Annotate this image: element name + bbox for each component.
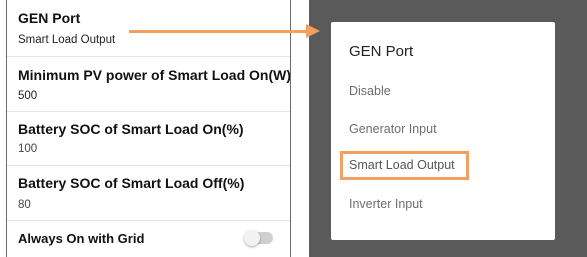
annotation-arrow-line xyxy=(129,30,308,33)
selected-option-highlight xyxy=(340,151,469,180)
gen-port-dropdown: GEN Port Disable Generator Input Smart L… xyxy=(331,22,555,240)
gen-port-value: Smart Load Output xyxy=(18,34,116,46)
always-on-with-grid-title: Always On with Grid xyxy=(18,231,145,246)
dropdown-option-inverter-input[interactable]: Inverter Input xyxy=(349,197,423,211)
settings-panel: GEN Port Smart Load Output Minimum PV po… xyxy=(6,0,291,257)
battery-soc-off-value: 80 xyxy=(18,199,31,211)
battery-soc-on-title: Battery SOC of Smart Load On(%) xyxy=(18,121,244,137)
dropdown-title: GEN Port xyxy=(349,43,414,60)
toggle-knob xyxy=(244,230,260,246)
battery-soc-on-setting[interactable]: Battery SOC of Smart Load On(%) 100 xyxy=(7,111,290,166)
battery-soc-off-setting[interactable]: Battery SOC of Smart Load Off(%) 80 xyxy=(7,165,290,221)
annotation-arrow-icon xyxy=(306,24,320,38)
min-pv-power-title: Minimum PV power of Smart Load On(W) xyxy=(18,67,291,83)
always-on-with-grid-setting: Always On with Grid xyxy=(7,220,290,257)
min-pv-power-value: 500 xyxy=(18,90,38,102)
always-on-with-grid-toggle[interactable] xyxy=(244,230,273,246)
dropdown-option-disable[interactable]: Disable xyxy=(349,84,391,98)
gen-port-setting[interactable]: GEN Port Smart Load Output xyxy=(7,0,290,57)
dropdown-option-generator-input[interactable]: Generator Input xyxy=(349,122,437,136)
battery-soc-on-value: 100 xyxy=(18,143,38,155)
gen-port-title: GEN Port xyxy=(18,10,81,26)
battery-soc-off-title: Battery SOC of Smart Load Off(%) xyxy=(18,175,245,191)
min-pv-power-setting[interactable]: Minimum PV power of Smart Load On(W) 500 xyxy=(7,56,290,112)
